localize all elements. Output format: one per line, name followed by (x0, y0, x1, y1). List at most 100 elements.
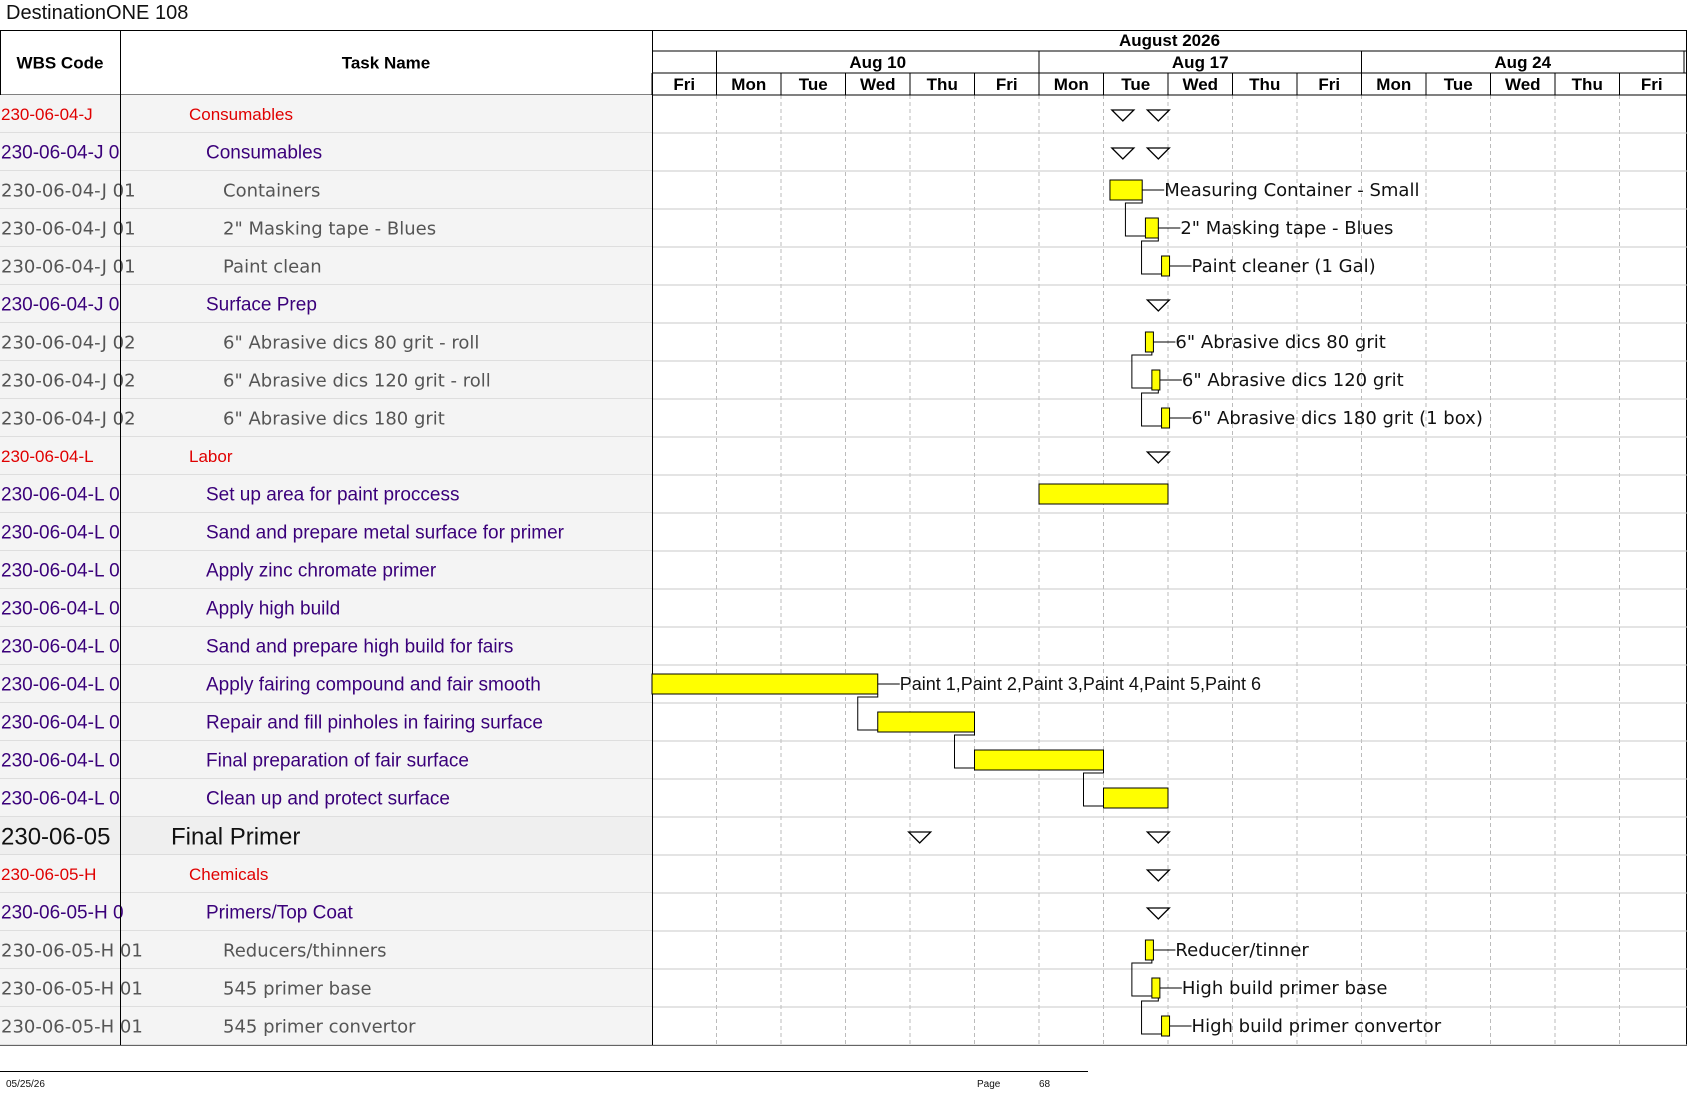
task-name: Apply fairing compound and fair smooth (206, 675, 541, 696)
task-column-header: Task Name (342, 54, 431, 73)
task-name: Labor (189, 447, 233, 466)
task-name: Final Primer (171, 823, 300, 850)
day-label: Mon (731, 75, 766, 94)
task-bar[interactable] (1161, 1015, 1171, 1037)
task-name: Apply high build (206, 599, 340, 620)
task-name: 6" Abrasive dics 120 grit - roll (223, 370, 491, 391)
wbs-code: 230-06-04-L 0 (1, 485, 120, 506)
task-bar[interactable] (1151, 369, 1161, 391)
week-label: Aug 17 (1172, 53, 1229, 72)
day-label: Fri (673, 75, 695, 94)
wbs-code: 230-06-04-J (1, 105, 93, 124)
footer-rule (0, 1071, 1088, 1072)
day-label: Fri (1318, 75, 1340, 94)
wbs-code: 230-06-05-H 0 (1, 903, 124, 924)
task-name: Sand and prepare high build for fairs (206, 637, 513, 658)
task-row-background (0, 437, 652, 475)
wbs-code: 230-06-04-L 0 (1, 675, 120, 696)
task-bar[interactable] (877, 711, 975, 733)
task-row-background (0, 95, 652, 133)
week-label: Aug 24 (1494, 53, 1551, 72)
day-label: Wed (1505, 75, 1541, 94)
day-label: Wed (1182, 75, 1218, 94)
day-label: Tue (1121, 75, 1150, 94)
bar-label: Measuring Container - Small (1164, 180, 1419, 201)
task-name: Chemicals (189, 865, 268, 884)
task-bar[interactable] (1144, 331, 1154, 353)
gantt-chart: WBS Code Task Name August 2026 Aug 10 Aug 17… (0, 30, 1687, 1046)
bar-label: High build primer base (1182, 978, 1388, 999)
wbs-code: 230-06-04-L (1, 447, 94, 466)
bar-label: Paint cleaner (1 Gal) (1192, 256, 1376, 277)
task-name: 545 primer convertor (223, 1016, 416, 1037)
task-row-background (0, 855, 652, 893)
task-name: Final preparation of fair surface (206, 751, 469, 772)
bar-label: 6" Abrasive dics 80 grit (1175, 332, 1385, 353)
task-bar[interactable] (1038, 483, 1169, 505)
wbs-code: 230-06-04-L 0 (1, 751, 120, 772)
document-title: DestinationONE 108 (6, 2, 189, 24)
wbs-code: 230-06-04-J 01 (1, 218, 136, 239)
task-name: 2" Masking tape - Blues (223, 218, 436, 239)
day-label: Mon (1376, 75, 1411, 94)
wbs-column-header: WBS Code (17, 54, 104, 73)
wbs-code: 230-06-04-J 01 (1, 180, 136, 201)
wbs-code: 230-06-04-L 0 (1, 599, 120, 620)
bar-label: Paint 1,Paint 2,Paint 3,Paint 4,Paint 5,… (900, 674, 1261, 694)
task-name: Reducers/thinners (223, 940, 387, 961)
task-bar[interactable] (1109, 179, 1143, 201)
wbs-code: 230-06-04-J 0 (1, 295, 119, 316)
wbs-code: 230-06-04-L 0 (1, 561, 120, 582)
task-name: Apply zinc chromate primer (206, 561, 437, 582)
day-label: Tue (1444, 75, 1473, 94)
task-name: Primers/Top Coat (206, 903, 353, 924)
footer-page-label: Page (977, 1079, 1001, 1090)
wbs-code: 230-06-04-J 02 (1, 408, 136, 429)
bar-label: 2" Masking tape - Blues (1180, 218, 1393, 239)
task-name: 6" Abrasive dics 180 grit (223, 408, 445, 429)
bar-label: 6" Abrasive dics 180 grit (1 box) (1192, 408, 1483, 429)
bar-label: Reducer/tinner (1175, 940, 1309, 961)
wbs-code: 230-06-04-J 02 (1, 370, 136, 391)
day-label: Fri (996, 75, 1018, 94)
task-name: Paint clean (223, 256, 322, 277)
task-name: Set up area for paint proccess (206, 485, 459, 506)
task-name: Sand and prepare metal surface for prime… (206, 523, 565, 544)
task-name: Consumables (206, 143, 322, 164)
task-name: 545 primer base (223, 978, 372, 999)
footer-page-number: 68 (1039, 1079, 1051, 1090)
task-bar[interactable] (974, 749, 1104, 771)
task-bar[interactable] (1161, 407, 1171, 429)
day-label: Tue (799, 75, 828, 94)
task-bar[interactable] (651, 673, 879, 695)
wbs-code: 230-06-04-L 0 (1, 789, 120, 810)
task-bar[interactable] (1144, 939, 1154, 961)
task-bar[interactable] (1161, 255, 1171, 277)
task-name: 6" Abrasive dics 80 grit - roll (223, 332, 479, 353)
wbs-code: 230-06-04-L 0 (1, 637, 120, 658)
task-name: Consumables (189, 105, 293, 124)
task-bar[interactable] (1144, 217, 1159, 239)
task-name: Surface Prep (206, 295, 317, 316)
wbs-code: 230-06-04-L 0 (1, 713, 120, 734)
wbs-code: 230-06-05-H 01 (1, 978, 143, 999)
wbs-code: 230-06-05 (1, 823, 110, 850)
footer-date: 05/25/26 (6, 1079, 45, 1090)
bar-label: 6" Abrasive dics 120 grit (1182, 370, 1404, 391)
wbs-code: 230-06-05-H 01 (1, 1016, 143, 1037)
day-label: Thu (1572, 75, 1603, 94)
month-header: August 2026 (1119, 31, 1220, 50)
wbs-code: 230-06-05-H 01 (1, 940, 143, 961)
day-label: Wed (860, 75, 896, 94)
wbs-code: 230-06-04-L 0 (1, 523, 120, 544)
task-bar[interactable] (1103, 787, 1169, 809)
task-bar[interactable] (1151, 977, 1161, 999)
task-name: Containers (223, 180, 320, 201)
week-label: Aug 10 (849, 53, 906, 72)
bar-label: High build primer convertor (1192, 1016, 1442, 1037)
day-label: Fri (1641, 75, 1663, 94)
task-name: Repair and fill pinholes in fairing surf… (206, 713, 543, 734)
day-label: Thu (927, 75, 958, 94)
task-name: Clean up and protect surface (206, 789, 450, 810)
wbs-code: 230-06-04-J 01 (1, 256, 136, 277)
